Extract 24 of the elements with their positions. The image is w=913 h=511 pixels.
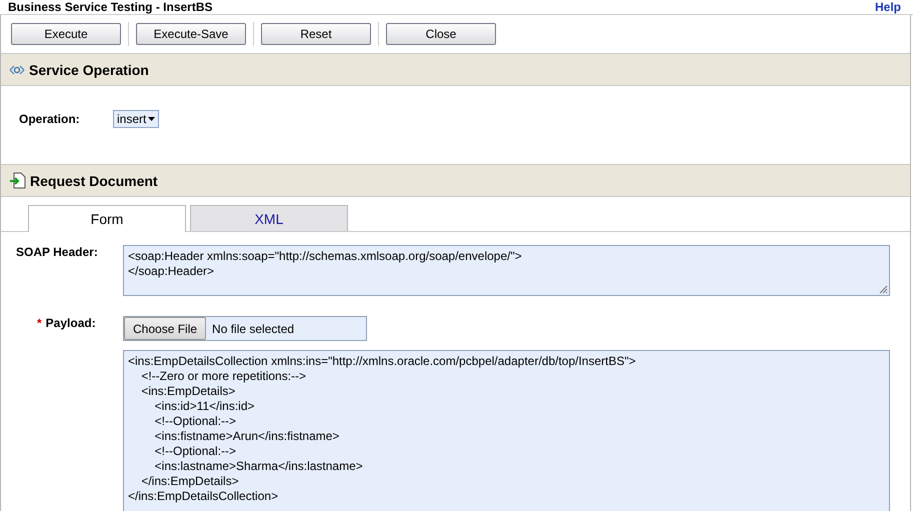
choose-file-button[interactable]: Choose File xyxy=(124,317,206,340)
operation-label: Operation: xyxy=(19,112,81,126)
document-import-icon xyxy=(9,172,26,189)
toolbar-button[interactable]: Close xyxy=(386,23,496,45)
section-title: Service Operation xyxy=(29,62,149,78)
required-marker: * xyxy=(37,316,42,330)
tab[interactable]: XML xyxy=(190,205,348,231)
section-title: Request Document xyxy=(30,172,158,188)
toolbar-button[interactable]: Execute xyxy=(11,23,121,45)
resize-grip-icon xyxy=(879,285,888,294)
field-label: Payload: xyxy=(46,316,96,330)
tab[interactable]: Form xyxy=(28,205,186,232)
field-label: SOAP Header: xyxy=(16,245,98,259)
file-status: No file selected xyxy=(212,322,294,336)
operation-dropdown[interactable]: insert xyxy=(113,110,160,128)
eye-icon xyxy=(9,64,25,74)
caret-icon xyxy=(148,117,156,121)
file-input[interactable]: Choose File No file selected xyxy=(123,316,367,341)
toolbar-button[interactable]: Reset xyxy=(261,23,371,45)
payload-field[interactable]: <ins:EmpDetailsCollection xmlns:ins="http://xmlns.oracle.com/pcbpel/adapter/db/top/InsertBS"> <!--Zero or more repetitions:--> <ins:EmpDetails> <ins:id>11</ins:id> <!--Optional:--> <ins:fistname>Arun</ins:fistname> <!--Optional:--> <ins:lastname>Sharma</ins:lastname> </ins:EmpDetails> </ins:EmpDetailsCollection> xyxy=(123,350,890,511)
window-title: Business Service Testing - InsertBS xyxy=(8,0,213,14)
help-link[interactable]: Help xyxy=(874,0,901,14)
toolbar-button[interactable]: Execute-Save xyxy=(136,23,246,45)
soap-header-field[interactable]: <soap:Header xmlns:soap="http://schemas.xmlsoap.org/soap/envelope/"> </soap:Header> xyxy=(123,245,890,296)
